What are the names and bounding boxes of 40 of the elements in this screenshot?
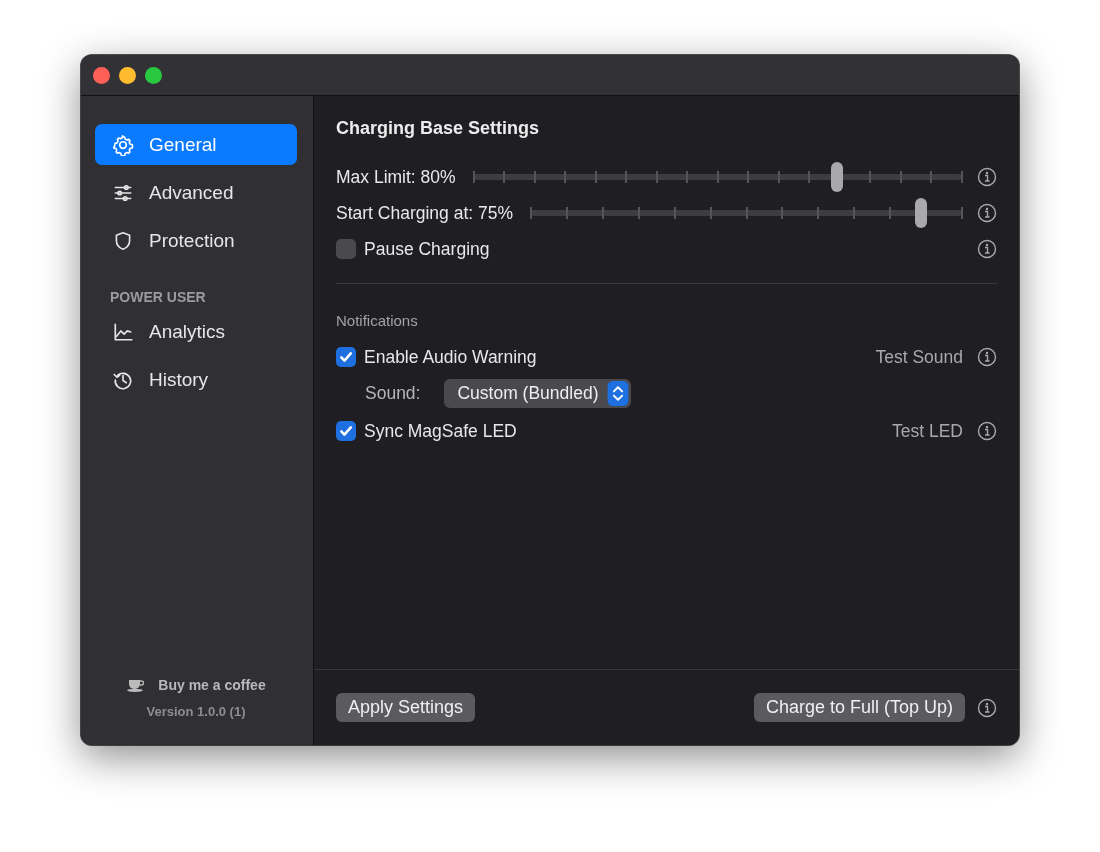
info-icon[interactable] [977, 239, 997, 259]
test-button[interactable]: Test Sound [875, 346, 963, 368]
sound-dropdown[interactable]: Custom (Bundled) [444, 378, 631, 408]
slider-thumb[interactable] [915, 198, 928, 228]
checkbox-label: Enable Audio Warning [364, 346, 537, 368]
slider-thumb[interactable] [831, 162, 844, 192]
section-heading: Notifications [336, 312, 419, 329]
info-icon[interactable] [977, 167, 997, 187]
zoom-button[interactable] [145, 66, 162, 84]
sidebar-item[interactable]: History [95, 359, 297, 400]
checkmark-icon [338, 349, 354, 365]
checkbox[interactable] [336, 239, 356, 259]
info-icon[interactable] [977, 347, 997, 367]
checkbox[interactable] [336, 421, 356, 441]
checkbox[interactable] [336, 347, 356, 367]
slider-label: Start Charging at: 75% [336, 202, 514, 224]
field-label: Sound: [365, 382, 421, 404]
charge-to-full-button[interactable]: Charge to Full (Top Up) [753, 693, 965, 722]
checkbox-label: Sync MagSafe LED [364, 420, 517, 442]
slider-label: Max Limit: 80% [336, 166, 456, 188]
test-button[interactable]: Test LED [892, 420, 963, 442]
info-icon[interactable] [977, 203, 997, 223]
version-label: Version 1.0.0 (1) [146, 704, 246, 719]
checkmark-icon [338, 423, 354, 439]
chevron-up-down-icon [606, 380, 629, 406]
coffee-link[interactable]: Buy me a coffee [158, 677, 266, 693]
info-icon[interactable] [977, 697, 997, 718]
section-heading: POWER USER [110, 289, 207, 305]
sidebar-item[interactable]: General [95, 124, 297, 165]
info-icon[interactable] [977, 421, 997, 441]
section-title: Charging Base Settings [336, 118, 541, 139]
close-button[interactable] [93, 66, 110, 84]
minimize-button[interactable] [119, 66, 136, 84]
coffee-cup-icon [126, 678, 147, 692]
checkbox-label: Pause Charging [364, 238, 490, 260]
sidebar-item[interactable]: Protection [95, 220, 297, 261]
apply-settings-button[interactable]: Apply Settings [336, 693, 476, 722]
sidebar-item[interactable]: Advanced [95, 172, 297, 213]
sidebar-item[interactable]: Analytics [95, 311, 297, 352]
settings-icon [112, 133, 134, 156]
